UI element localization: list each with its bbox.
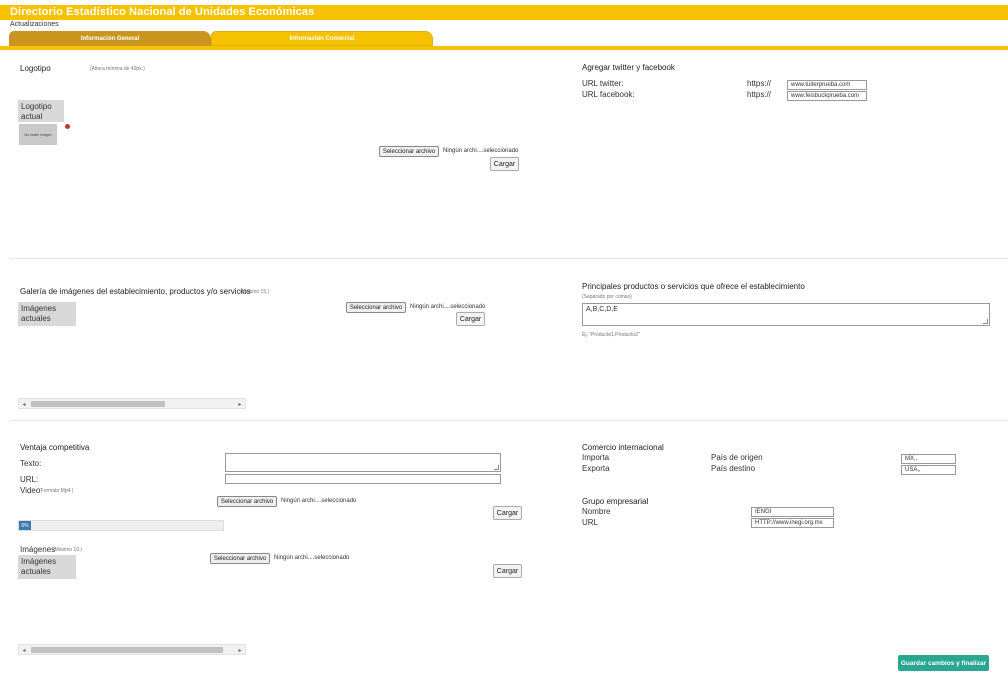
progress-fill: 0%: [19, 521, 31, 530]
gallery-file-button[interactable]: Seleccionar archivo: [346, 302, 406, 313]
competitive-scrollbar[interactable]: ◂ ▸: [18, 644, 246, 655]
import-label: Importa: [582, 453, 610, 462]
section-divider: [10, 258, 1008, 259]
export-label: Exporta: [582, 464, 610, 473]
group-url-input[interactable]: HTTP://www.inegi.org.mx: [751, 518, 834, 528]
competitive-current-images: Imágenes actuales: [18, 555, 76, 579]
gallery-scrollbar[interactable]: ◂ ▸: [18, 398, 246, 409]
facebook-input[interactable]: www.feisbuckprueba.com: [787, 91, 867, 101]
destination-country-input[interactable]: USA,,: [901, 465, 956, 475]
tab-informacion-comercial[interactable]: Información Comercial: [211, 31, 433, 46]
breadcrumb: Actualizaciones: [10, 21, 59, 28]
group-name-input[interactable]: IENGI: [751, 507, 834, 517]
logo-hint: (Altura mínima de 40px.): [90, 66, 145, 72]
gallery-current-label: Imágenes actuales: [18, 302, 76, 326]
facebook-label: URL facebook:: [582, 90, 635, 99]
images-file-button[interactable]: Seleccionar archivo: [210, 553, 270, 564]
logo-upload-button[interactable]: Cargar: [490, 157, 519, 171]
facebook-prefix: https://: [747, 90, 772, 99]
origin-country-input[interactable]: MX,,: [901, 454, 956, 464]
logo-thumbnail: No existe imagen: [19, 124, 57, 145]
products-value: A,B,C,D,E: [586, 306, 618, 313]
logo-file-button[interactable]: Seleccionar archivo: [379, 146, 439, 157]
competitive-url-input[interactable]: [225, 474, 501, 484]
gallery-section-title: Galería de imágenes del establecimiento,…: [20, 287, 251, 296]
products-hint: (Separado por comas): [582, 294, 632, 300]
twitter-input[interactable]: www.tuiterprueba.com: [787, 80, 867, 90]
video-hint: (Formato Mp4 ): [39, 488, 74, 494]
group-url-label: URL: [582, 518, 599, 527]
video-file-status: Ningún archi....seleccionado: [281, 498, 357, 504]
gallery-hint: (Máximo 15.): [240, 289, 270, 295]
competitive-url-label: URL:: [20, 475, 39, 484]
scroll-right-icon[interactable]: ▸: [235, 645, 245, 655]
destination-label: País destino: [711, 464, 756, 473]
logo-section-title: Logotipo: [20, 64, 51, 73]
app-title: Directorio Estadístico Nacional de Unida…: [10, 6, 315, 18]
video-label: Video: [20, 486, 41, 495]
group-section-title: Grupo empresarial: [582, 497, 649, 506]
scroll-right-icon[interactable]: ▸: [235, 399, 245, 409]
scroll-left-icon[interactable]: ◂: [19, 645, 29, 655]
images-file-status: Ningún archi....seleccionado: [274, 555, 350, 561]
origin-label: País de origen: [711, 453, 763, 462]
tab-informacion-general[interactable]: Información General: [9, 31, 211, 46]
social-section-title: Agregar twitter y facebook: [582, 63, 675, 72]
competitive-section-title: Ventaja competitiva: [20, 443, 90, 452]
competitive-text-label: Texto:: [20, 459, 42, 468]
video-file-button[interactable]: Seleccionar archivo: [217, 496, 277, 507]
logo-file-status: Ningún archi....seleccionado: [443, 148, 519, 154]
resize-handle-icon[interactable]: [494, 465, 499, 470]
images-upload-button[interactable]: Cargar: [493, 564, 522, 578]
save-and-finish-button[interactable]: Guardar cambios y finalizar: [898, 655, 989, 671]
scrollbar-thumb[interactable]: [31, 647, 223, 653]
trade-section-title: Comercio internacional: [582, 443, 664, 452]
resize-handle-icon[interactable]: [983, 319, 988, 324]
scrollbar-thumb[interactable]: [31, 401, 165, 407]
section-divider: [10, 420, 1008, 421]
gallery-upload-button[interactable]: Cargar: [456, 312, 485, 326]
delete-logo-icon[interactable]: [65, 124, 70, 129]
scroll-left-icon[interactable]: ◂: [19, 399, 29, 409]
group-name-label: Nombre: [582, 507, 611, 516]
images-hint: (Máximo 10.): [53, 547, 83, 553]
twitter-label: URL twitter:: [582, 79, 624, 88]
products-example: Ej. "Producto1,Producto2": [582, 332, 640, 338]
images-label: Imágenes: [20, 545, 56, 554]
video-upload-button[interactable]: Cargar: [493, 506, 522, 520]
products-section-title: Principales productos o servicios que of…: [582, 282, 805, 291]
twitter-prefix: https://: [747, 79, 772, 88]
video-progress-bar: 0%: [18, 520, 224, 531]
competitive-text-input[interactable]: [225, 453, 501, 472]
tab-underline: [0, 46, 1008, 50]
current-logo-label: Logotipo actual: [18, 100, 64, 122]
products-textarea[interactable]: A,B,C,D,E: [582, 303, 990, 326]
gallery-file-status: Ningún archi....seleccionado: [410, 304, 486, 310]
